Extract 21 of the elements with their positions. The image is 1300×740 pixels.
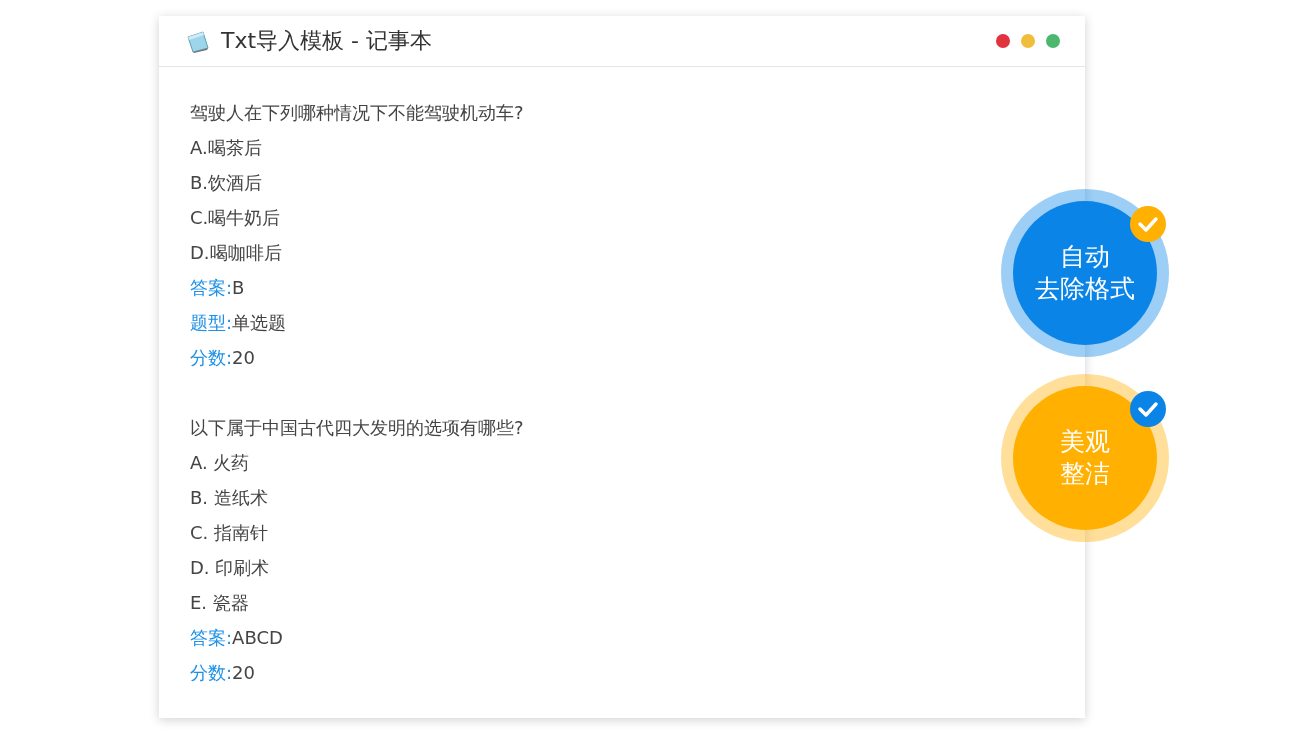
- text-line: C.喝牛奶后: [190, 206, 281, 230]
- window-title: Txt导入模板 - 记事本: [221, 27, 433, 55]
- notepad-icon: [185, 29, 211, 53]
- window-control-dot[interactable]: [996, 34, 1010, 48]
- field-line: 题型:单选题: [190, 311, 287, 335]
- text-line: B. 造纸术: [190, 486, 268, 510]
- text-line: B.饮酒后: [190, 171, 263, 195]
- text-line: A. 火药: [190, 451, 250, 475]
- field-line: 答案:B: [190, 276, 245, 300]
- text-line: 驾驶人在下列哪种情况下不能驾驶机动车?: [190, 101, 524, 125]
- text-line: D. 印刷术: [190, 556, 270, 580]
- window-control-dot[interactable]: [1021, 34, 1035, 48]
- text-line: D.喝咖啡后: [190, 241, 282, 265]
- field-line: 分数:20: [190, 346, 255, 370]
- field-line: 答案:ABCD: [190, 626, 283, 650]
- field-line: 分数:20: [190, 661, 255, 685]
- text-line: C. 指南针: [190, 521, 268, 545]
- window-control-dot[interactable]: [1046, 34, 1060, 48]
- text-line: 以下属于中国古代四大发明的选项有哪些?: [190, 416, 524, 440]
- text-line: E. 瓷器: [190, 591, 249, 615]
- text-line: A.喝茶后: [190, 136, 262, 160]
